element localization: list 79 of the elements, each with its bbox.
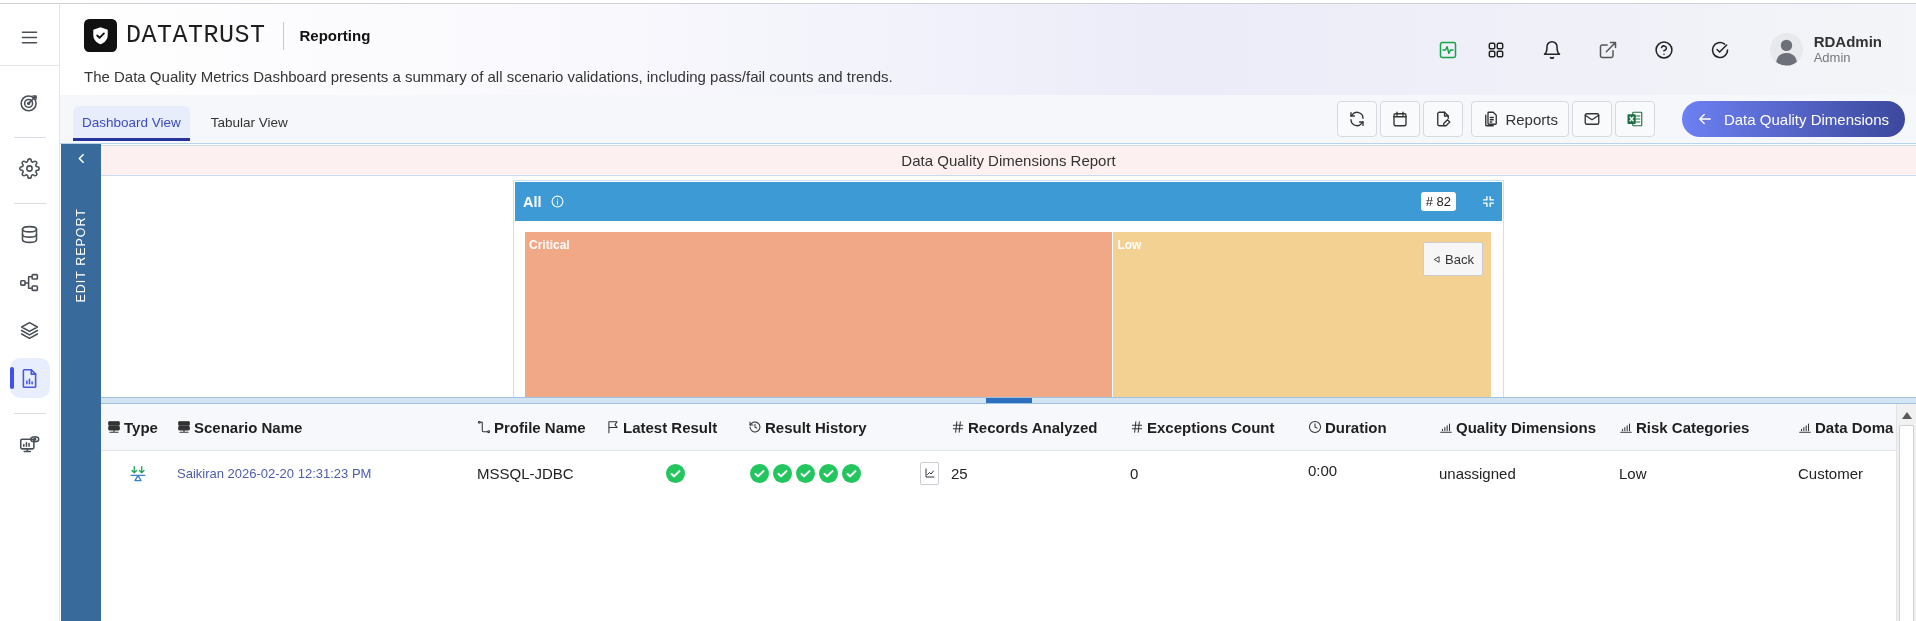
scrollbar-thumb[interactable] [1899, 425, 1914, 621]
tab[interactable]: Tabular View [201, 106, 297, 141]
column-header: Quality Dimensions [1456, 418, 1597, 436]
reports-button[interactable]: Reports [1471, 101, 1569, 137]
left-triangle-icon [1432, 254, 1442, 264]
user-role: Admin [1813, 50, 1852, 66]
table-cell: 25 [951, 464, 968, 482]
section-title: Reporting [299, 27, 371, 44]
back-button[interactable]: Back [1423, 242, 1483, 276]
edit-report-button[interactable]: EDIT REPORT [74, 208, 88, 303]
trend-chart-button[interactable] [920, 461, 939, 485]
resize-handle[interactable] [985, 398, 1032, 403]
report-title: Data Quality Dimensions Report [101, 145, 1916, 176]
calendar-icon [1391, 110, 1410, 128]
spreadsheet-button[interactable] [1614, 101, 1655, 137]
pulse-icon[interactable] [1437, 39, 1458, 60]
treemap-title: All [523, 193, 542, 210]
signal-bars-icon [1619, 420, 1633, 434]
database-icon [19, 223, 40, 245]
signal-bars-icon [1798, 420, 1812, 434]
scrollbar-track[interactable] [1896, 404, 1916, 621]
table-cell: 0 [1130, 464, 1139, 482]
history-icon [748, 420, 762, 434]
refresh-button[interactable] [1337, 101, 1378, 137]
avatar-icon[interactable] [1769, 33, 1803, 66]
notifications-icon[interactable] [1541, 39, 1562, 60]
flag-icon [606, 420, 620, 434]
table-cell: unassigned [1439, 464, 1516, 482]
table-cell: Customer [1798, 464, 1864, 482]
down-arrows-icon [129, 464, 147, 482]
table-cell: 0:00 [1308, 461, 1338, 479]
scenario-link[interactable]: Saikiran 2026-02-20 12:31:23 PM [177, 465, 372, 481]
calendar-button[interactable] [1380, 101, 1421, 137]
count-badge: # 82 [1420, 192, 1456, 211]
mail-icon [1582, 110, 1601, 128]
dimensions-button[interactable]: Data Quality Dimensions [1681, 101, 1905, 137]
monitor-chart-icon [19, 433, 40, 455]
user-name: RDAdmin [1813, 33, 1882, 51]
edit-button[interactable] [1423, 101, 1464, 137]
clock-icon [1308, 420, 1322, 434]
tile-label: Critical [529, 238, 570, 252]
scroll-up-icon[interactable] [1901, 412, 1912, 419]
tab[interactable]: Dashboard View [73, 106, 190, 141]
external-link-icon[interactable] [1597, 39, 1618, 60]
spreadsheet-icon [1625, 110, 1644, 128]
shield-logo-icon [84, 19, 117, 52]
settings-icon [19, 157, 40, 179]
line-chart-icon [923, 467, 936, 479]
info-icon[interactable] [550, 195, 564, 208]
layers-icon [19, 319, 40, 341]
tile-label: Low [1117, 238, 1142, 252]
help-icon[interactable] [1653, 39, 1674, 60]
table-cell: Low [1619, 464, 1647, 482]
mail-button[interactable] [1571, 101, 1612, 137]
edit-document-icon [1434, 110, 1453, 128]
column-header: Result History [765, 418, 867, 436]
table-cell: MSSQL-JDBC [477, 464, 574, 482]
server-icon [177, 420, 191, 434]
server-icon [107, 420, 121, 434]
collapse-icon[interactable] [1482, 195, 1495, 208]
column-header: Latest Result [623, 418, 718, 436]
check-circle-icon[interactable] [1709, 39, 1730, 60]
hash-icon [1130, 420, 1144, 434]
column-header: Risk Categories [1636, 418, 1750, 436]
column-header: Data Doma [1815, 418, 1894, 436]
column-header: Records Analyzed [968, 418, 1098, 436]
column-header: Profile Name [494, 418, 586, 436]
hierarchy-icon [19, 271, 40, 293]
signal-bars-icon [1439, 420, 1453, 434]
nav-item[interactable] [9, 358, 50, 398]
page-description: The Data Quality Metrics Dashboard presents a summary of all scenario validations, including pass/fail counts and trends. [84, 68, 893, 85]
column-header: Type [124, 418, 158, 436]
route-icon [477, 420, 491, 434]
hash-icon [951, 420, 965, 434]
column-header: Scenario Name [194, 418, 303, 436]
column-header: Exceptions Count [1147, 418, 1275, 436]
refresh-icon [1348, 110, 1367, 128]
brand-name: DATATRUST [126, 21, 266, 50]
column-header: Duration [1325, 418, 1387, 436]
